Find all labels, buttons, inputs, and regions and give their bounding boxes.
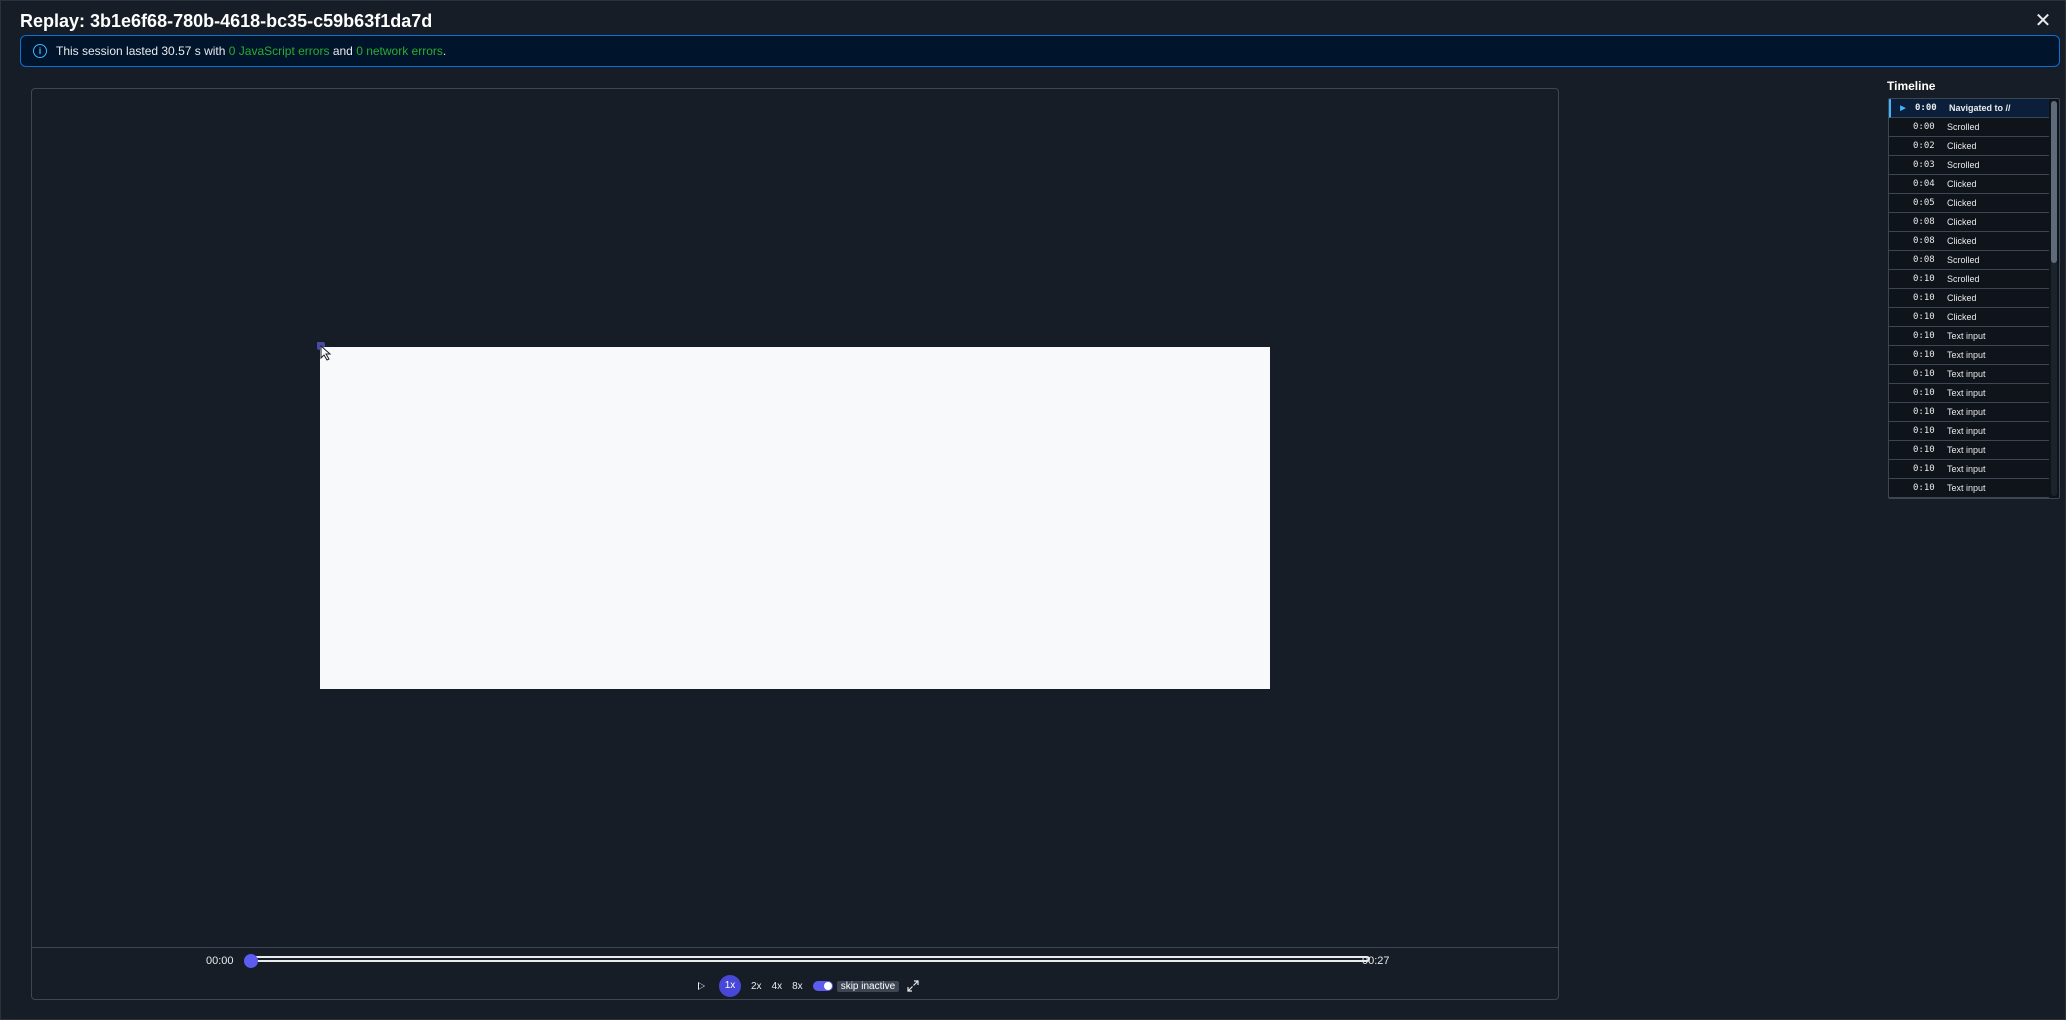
event-time: 0:10 [1913, 331, 1935, 341]
event-label: Scrolled [1947, 255, 1980, 265]
event-label: Scrolled [1947, 160, 1980, 170]
timeline-event-row[interactable]: 0:10 Text input [1889, 441, 2049, 460]
info-icon: i [33, 44, 47, 58]
session-info-alert: i This session lasted 30.57 s with 0 Jav… [20, 35, 2060, 67]
js-errors-link[interactable]: 0 JavaScript errors [229, 44, 330, 58]
event-time: 0:05 [1913, 198, 1935, 208]
event-time: 0:10 [1913, 464, 1935, 474]
replay-viewport[interactable] [317, 342, 1270, 689]
timeline-event-row[interactable]: 0:10 Text input [1889, 346, 2049, 365]
event-label: Text input [1947, 407, 1986, 417]
event-label: Navigated to // [1949, 103, 2011, 113]
alert-middle: and [332, 44, 353, 58]
event-label: Text input [1947, 369, 1986, 379]
event-time: 0:10 [1913, 293, 1935, 303]
play-marker-icon: ▶ [1900, 105, 1906, 112]
timeline-event-row[interactable]: 0:10 Text input [1889, 422, 2049, 441]
event-time: 0:00 [1915, 103, 1937, 113]
event-time: 0:10 [1913, 369, 1935, 379]
event-label: Clicked [1947, 293, 1977, 303]
speed-8x-button[interactable]: 8x [792, 981, 803, 992]
network-errors-link[interactable]: 0 network errors [356, 44, 443, 58]
speed-2x-button[interactable]: 2x [751, 981, 762, 992]
mouse-cursor-icon [317, 342, 332, 361]
event-label: Text input [1947, 331, 1986, 341]
event-label: Text input [1947, 464, 1986, 474]
timeline-event-row[interactable]: 0:02 Clicked [1889, 137, 2049, 156]
toggle-knob [823, 982, 832, 990]
modal-header: Replay: 3b1e6f68-780b-4618-bc35-c59b63f1… [20, 7, 2053, 35]
timeline-event-row[interactable]: 0:08 Clicked [1889, 213, 2049, 232]
timeline-event-row[interactable]: ▶ 0:00 Navigated to // [1889, 99, 2049, 118]
skip-inactive-label: skip inactive [836, 980, 900, 992]
timeline-event-row[interactable]: 0:10 Text input [1889, 327, 2049, 346]
event-time: 0:10 [1913, 274, 1935, 284]
progress-handle[interactable] [244, 954, 258, 968]
event-time: 0:10 [1913, 312, 1935, 322]
event-time: 0:08 [1913, 255, 1935, 265]
event-label: Text input [1947, 445, 1986, 455]
timeline-event-row[interactable]: 0:05 Clicked [1889, 194, 2049, 213]
event-time: 0:02 [1913, 141, 1935, 151]
timeline-event-row[interactable]: 0:10 Text input [1889, 460, 2049, 479]
event-time: 0:10 [1913, 388, 1935, 398]
speed-4x-button[interactable]: 4x [772, 981, 783, 992]
timeline-event-row[interactable]: 0:10 Text input [1889, 365, 2049, 384]
scroll-thumb[interactable] [2051, 101, 2057, 263]
timeline-event-row[interactable]: 0:10 Scrolled [1889, 270, 2049, 289]
event-label: Clicked [1947, 179, 1977, 189]
timeline-event-row[interactable]: 0:10 Clicked [1889, 289, 2049, 308]
timeline-scrollbar[interactable] [2051, 101, 2057, 496]
event-time: 0:03 [1913, 160, 1935, 170]
event-time: 0:10 [1913, 350, 1935, 360]
timeline-list: ▶ 0:00 Navigated to // 0:00 Scrolled 0:02 Clic… [1889, 99, 2049, 498]
progress-bar[interactable] [250, 956, 1370, 962]
event-time: 0:10 [1913, 407, 1935, 417]
page-title: Replay: 3b1e6f68-780b-4618-bc35-c59b63f1… [20, 11, 433, 31]
replay-player: 00:00 00:27 1x 2x 4x 8x skip inactive [31, 88, 1559, 1000]
event-time: 0:00 [1913, 122, 1935, 132]
current-time: 00:00 [206, 955, 234, 967]
event-label: Scrolled [1947, 274, 1980, 284]
timeline-event-row[interactable]: 0:08 Scrolled [1889, 251, 2049, 270]
alert-prefix: This session lasted 30.57 s with [56, 44, 226, 58]
event-time: 0:08 [1913, 217, 1935, 227]
timeline-box: ▶ 0:00 Navigated to // 0:00 Scrolled 0:02 Clic… [1888, 98, 2060, 499]
play-icon[interactable] [698, 982, 705, 990]
event-label: Text input [1947, 350, 1986, 360]
event-label: Text input [1947, 483, 1986, 493]
event-label: Clicked [1947, 141, 1977, 151]
event-time: 0:10 [1913, 483, 1935, 493]
timeline-event-row[interactable]: 0:10 Text input [1889, 479, 2049, 498]
timeline-event-row[interactable]: 0:04 Clicked [1889, 175, 2049, 194]
event-label: Scrolled [1947, 122, 1980, 132]
event-label: Clicked [1947, 236, 1977, 246]
skip-inactive-toggle[interactable] [812, 981, 833, 991]
event-time: 0:10 [1913, 445, 1935, 455]
close-icon[interactable]: ✕ [2033, 11, 2053, 31]
timeline-title: Timeline [1887, 79, 1936, 93]
timeline-event-row[interactable]: 0:08 Clicked [1889, 232, 2049, 251]
timeline-event-row[interactable]: 0:03 Scrolled [1889, 156, 2049, 175]
timeline-event-row[interactable]: 0:10 Text input [1889, 403, 2049, 422]
event-time: 0:04 [1913, 179, 1935, 189]
event-label: Clicked [1947, 312, 1977, 322]
event-label: Text input [1947, 388, 1986, 398]
event-time: 0:10 [1913, 426, 1935, 436]
timeline-event-row[interactable]: 0:10 Clicked [1889, 308, 2049, 327]
event-time: 0:08 [1913, 236, 1935, 246]
alert-suffix: . [442, 44, 447, 58]
playback-controls: 1x 2x 4x 8x skip inactive [698, 975, 919, 997]
event-label: Clicked [1947, 198, 1977, 208]
event-label: Clicked [1947, 217, 1977, 227]
total-time: 00:27 [1362, 955, 1390, 967]
event-label: Text input [1947, 426, 1986, 436]
controls-divider [32, 947, 1558, 948]
speed-1x-button[interactable]: 1x [719, 975, 741, 997]
timeline-event-row[interactable]: 0:00 Scrolled [1889, 118, 2049, 137]
replay-modal: Replay: 3b1e6f68-780b-4618-bc35-c59b63f1… [0, 0, 2066, 1020]
timeline-event-row[interactable]: 0:10 Text input [1889, 384, 2049, 403]
fullscreen-icon[interactable] [907, 980, 919, 992]
